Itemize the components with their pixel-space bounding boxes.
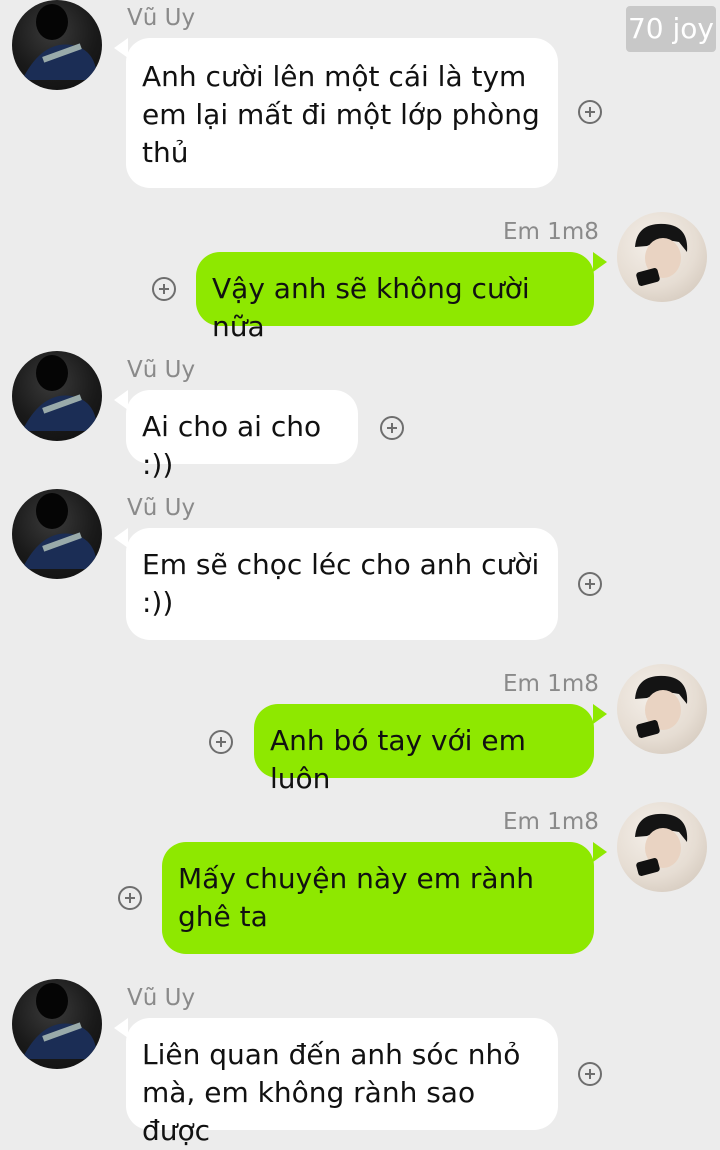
add-reaction-icon[interactable] xyxy=(578,100,602,124)
add-reaction-icon[interactable] xyxy=(578,1062,602,1086)
bubble-tail xyxy=(593,252,607,272)
message-bubble[interactable]: Em sẽ chọc léc cho anh cười :)) xyxy=(126,528,558,640)
sender-name: Em 1m8 xyxy=(503,671,599,697)
avatar-vu-uy[interactable] xyxy=(12,0,102,90)
sender-name: Em 1m8 xyxy=(503,219,599,245)
sender-name: Vũ Uy xyxy=(127,495,196,521)
message-bubble[interactable]: Mấy chuyện này em rành ghê ta xyxy=(162,842,594,954)
message-text: Anh cười lên một cái là tym em lại mất đ… xyxy=(142,60,540,169)
avatar-vu-uy[interactable] xyxy=(12,979,102,1069)
bubble-tail xyxy=(593,704,607,724)
add-reaction-icon[interactable] xyxy=(152,277,176,301)
reaction-points-badge: 70 joy xyxy=(626,6,716,52)
sender-name: Vũ Uy xyxy=(127,985,196,1011)
message-text: Anh bó tay với em luôn xyxy=(270,724,526,795)
avatar-em-1m8[interactable] xyxy=(617,664,707,754)
avatar-em-1m8[interactable] xyxy=(617,212,707,302)
message-bubble[interactable]: Anh cười lên một cái là tym em lại mất đ… xyxy=(126,38,558,188)
sender-name: Vũ Uy xyxy=(127,5,196,31)
sender-name: Em 1m8 xyxy=(503,809,599,835)
avatar-vu-uy[interactable] xyxy=(12,489,102,579)
message-bubble[interactable]: Anh bó tay với em luôn xyxy=(254,704,594,795)
avatar-em-1m8[interactable] xyxy=(617,802,707,892)
avatar-vu-uy[interactable] xyxy=(12,351,102,441)
message-text: Mấy chuyện này em rành ghê ta xyxy=(178,862,535,933)
add-reaction-icon[interactable] xyxy=(380,416,404,440)
message-text: Ai cho ai cho :)) xyxy=(142,410,322,481)
message-text: Em sẽ chọc léc cho anh cười :)) xyxy=(142,548,540,619)
message-bubble[interactable]: Ai cho ai cho :)) xyxy=(126,390,358,481)
bubble-tail xyxy=(593,842,607,862)
message-bubble[interactable]: Vậy anh sẽ không cười nữa xyxy=(196,252,594,343)
sender-name: Vũ Uy xyxy=(127,357,196,383)
message-text: Liên quan đến anh sóc nhỏ mà, em không r… xyxy=(142,1038,521,1147)
add-reaction-icon[interactable] xyxy=(209,730,233,754)
add-reaction-icon[interactable] xyxy=(578,572,602,596)
message-text: Vậy anh sẽ không cười nữa xyxy=(212,272,530,343)
message-bubble[interactable]: Liên quan đến anh sóc nhỏ mà, em không r… xyxy=(126,1018,558,1147)
add-reaction-icon[interactable] xyxy=(118,886,142,910)
